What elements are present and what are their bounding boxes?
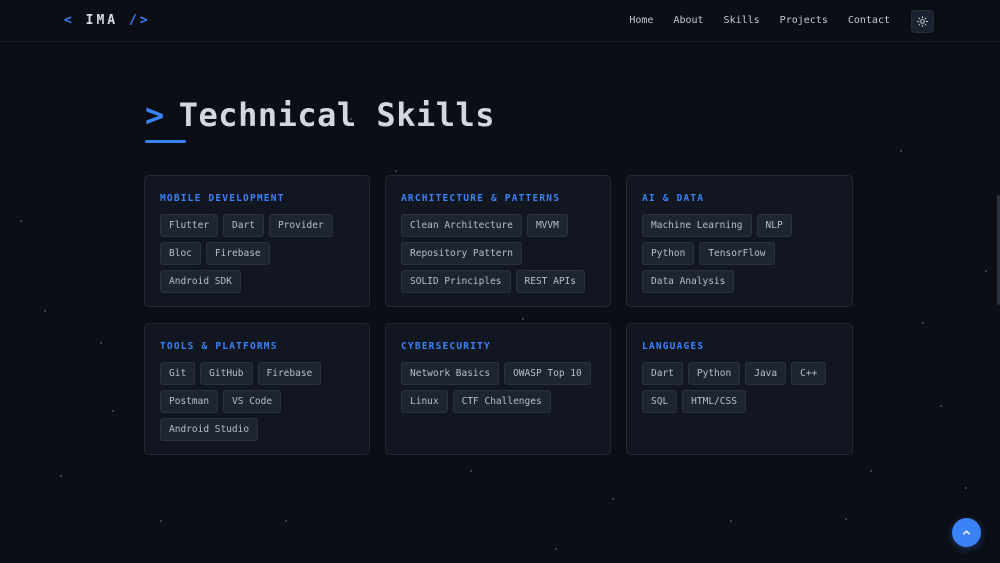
skill-card-tools: TOOLS & PLATFORMS Git GitHub Firebase Po… — [144, 323, 370, 455]
theme-toggle-button[interactable] — [911, 10, 934, 33]
skill-tag: Python — [642, 242, 695, 265]
skill-tag: Machine Learning — [642, 214, 752, 237]
card-title: TOOLS & PLATFORMS — [160, 341, 278, 352]
skill-card-languages: LANGUAGES Dart Python Java C++ SQL HTML/… — [626, 323, 853, 455]
logo-bracket-close: /> — [128, 13, 151, 28]
skill-card-architecture: ARCHITECTURE & PATTERNS Clean Architectu… — [385, 175, 611, 307]
skill-tag: REST APIs — [515, 270, 585, 293]
skill-tag: GitHub — [200, 362, 253, 385]
skill-tag: Dart — [642, 362, 683, 385]
skill-tag: Dart — [223, 214, 264, 237]
skill-tag: Data Analysis — [642, 270, 735, 293]
tag-list: Dart Python Java C++ SQL HTML/CSS — [642, 362, 837, 413]
nav-link-home[interactable]: Home — [629, 15, 653, 26]
skills-grid: MOBILE DEVELOPMENT Flutter Dart Provider… — [144, 175, 853, 455]
skill-tag: C++ — [791, 362, 827, 385]
skill-tag: Bloc — [160, 242, 201, 265]
skill-tag: Clean Architecture — [401, 214, 522, 237]
logo-bracket-open: < — [64, 13, 75, 28]
title-prompt: > — [145, 96, 165, 134]
title-underline — [145, 140, 186, 143]
skill-tag: MVVM — [526, 214, 568, 237]
skill-tag: VS Code — [223, 390, 282, 413]
skill-tag: Python — [687, 362, 741, 385]
skill-tag: Firebase — [257, 362, 322, 385]
skill-tag: Android Studio — [160, 418, 259, 441]
card-title: AI & DATA — [642, 193, 705, 204]
skill-tag: Git — [160, 362, 196, 385]
nav-link-projects[interactable]: Projects — [780, 15, 828, 26]
nav-links: Home About Skills Projects Contact — [629, 15, 890, 26]
logo-name: IMA — [85, 13, 119, 28]
nav-link-about[interactable]: About — [673, 15, 703, 26]
skill-tag: NLP — [756, 214, 792, 237]
skill-tag: Repository Pattern — [401, 242, 522, 265]
tag-list: Flutter Dart Provider Bloc Firebase Andr… — [160, 214, 354, 293]
card-title: LANGUAGES — [642, 341, 705, 352]
chevron-up-icon — [963, 530, 970, 535]
skill-tag: Provider — [268, 214, 333, 237]
skill-card-ai-data: AI & DATA Machine Learning NLP Python Te… — [626, 175, 853, 307]
nav-link-contact[interactable]: Contact — [848, 15, 890, 26]
tag-list: Clean Architecture MVVM Repository Patte… — [401, 214, 595, 293]
skill-tag: Network Basics — [401, 362, 500, 385]
skill-tag: Postman — [160, 390, 219, 413]
skill-tag: OWASP Top 10 — [504, 362, 591, 385]
card-title: CYBERSECURITY — [401, 341, 491, 352]
card-title: ARCHITECTURE & PATTERNS — [401, 193, 561, 204]
skill-tag: CTF Challenges — [452, 390, 551, 413]
card-title: MOBILE DEVELOPMENT — [160, 193, 285, 204]
skill-tag: SQL — [642, 390, 678, 413]
section-title: > Technical Skills — [145, 96, 495, 134]
skill-card-cybersecurity: CYBERSECURITY Network Basics OWASP Top 1… — [385, 323, 611, 455]
skill-tag: HTML/CSS — [682, 390, 746, 413]
tag-list: Network Basics OWASP Top 10 Linux CTF Ch… — [401, 362, 595, 413]
skill-tag: Java — [745, 362, 787, 385]
skill-tag: SOLID Principles — [401, 270, 511, 293]
nav-link-skills[interactable]: Skills — [724, 15, 760, 26]
site-logo[interactable]: < IMA /> — [64, 13, 151, 28]
skill-card-mobile: MOBILE DEVELOPMENT Flutter Dart Provider… — [144, 175, 370, 307]
skill-tag: Firebase — [205, 242, 270, 265]
tag-list: Machine Learning NLP Python TensorFlow D… — [642, 214, 837, 293]
top-navbar: < IMA /> Home About Skills Projects Cont… — [0, 0, 1000, 42]
skill-tag: Flutter — [160, 214, 219, 237]
skill-tag: Android SDK — [160, 270, 241, 293]
tag-list: Git GitHub Firebase Postman VS Code Andr… — [160, 362, 354, 441]
sun-icon — [917, 16, 928, 27]
scroll-to-top-button[interactable] — [952, 518, 981, 547]
title-text: Technical Skills — [178, 96, 496, 134]
skill-tag: Linux — [401, 390, 448, 413]
skill-tag: TensorFlow — [699, 242, 775, 265]
